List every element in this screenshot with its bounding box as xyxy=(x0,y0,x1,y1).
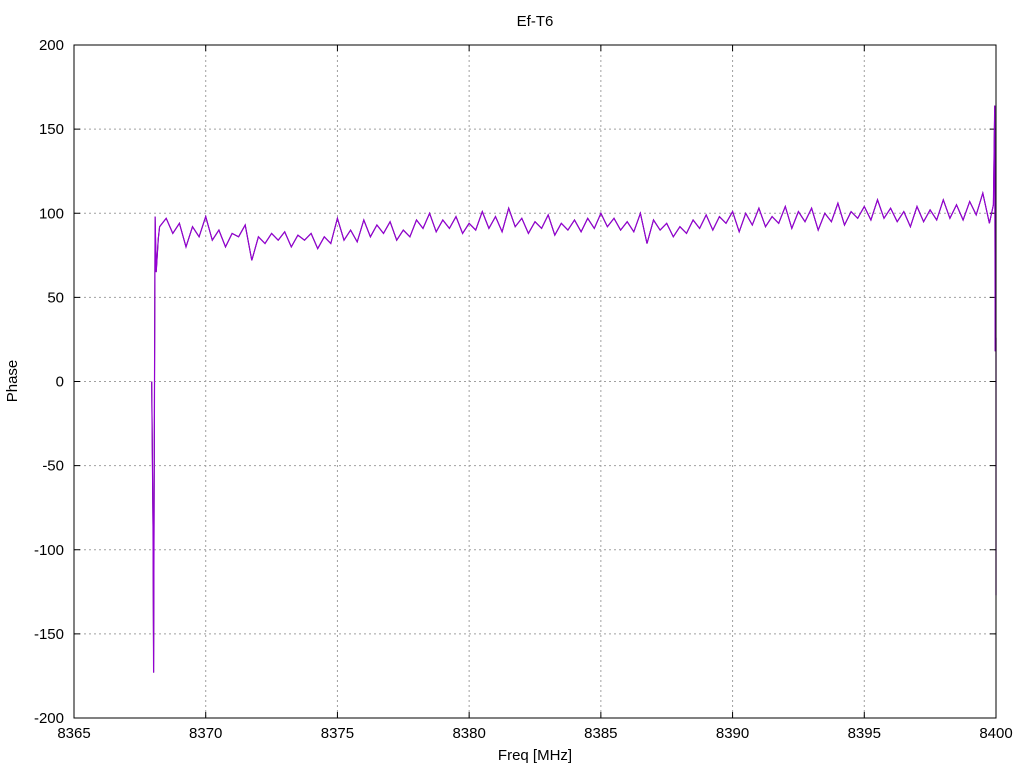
y-tick-label: 0 xyxy=(56,374,64,391)
x-axis-label: Freq [MHz] xyxy=(498,747,572,764)
y-axis-label: Phase xyxy=(4,360,21,403)
x-tick-label: 8400 xyxy=(979,725,1012,742)
y-tick-label: -100 xyxy=(34,542,64,559)
x-tick-label: 8380 xyxy=(452,725,485,742)
y-tick-label: 150 xyxy=(39,121,64,138)
y-tick-label: -50 xyxy=(42,458,64,475)
x-tick-label: 8375 xyxy=(321,725,354,742)
grid xyxy=(73,44,997,719)
y-tick-label: 50 xyxy=(47,289,64,306)
series-line xyxy=(151,105,997,673)
series-shadow-line xyxy=(151,105,997,673)
y-tick-label: 100 xyxy=(39,205,64,222)
y-tick-label: 200 xyxy=(39,37,64,54)
x-tick-label: 8385 xyxy=(584,725,617,742)
y-tick-label: -200 xyxy=(34,710,64,727)
y-tick-label: -150 xyxy=(34,626,64,643)
x-tick-label: 8365 xyxy=(57,725,90,742)
chart-title: Ef-T6 xyxy=(517,13,554,30)
phase-chart: 8365 8370 8375 8380 8385 8390 8395 8400 -200 -150… xyxy=(4,13,1013,764)
tick-labels: 8365 8370 8375 8380 8385 8390 8395 8400 -200 -150… xyxy=(34,37,1013,742)
series-layer xyxy=(151,105,997,673)
x-tick-label: 8390 xyxy=(716,725,749,742)
x-tick-label: 8370 xyxy=(189,725,222,742)
x-tick-label: 8395 xyxy=(848,725,881,742)
